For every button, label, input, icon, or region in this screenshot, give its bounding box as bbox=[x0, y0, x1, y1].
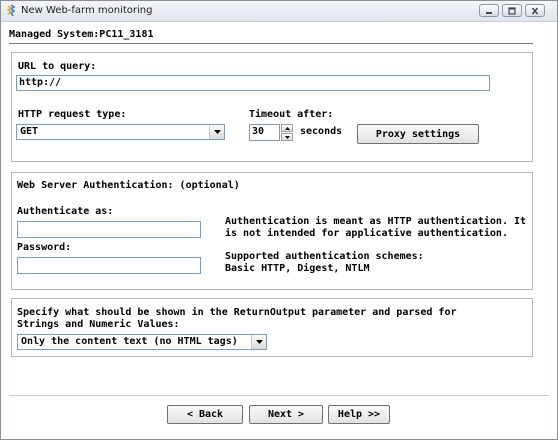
timeout-unit: seconds bbox=[300, 126, 343, 137]
dialog-window: New Web-farm monitoring Managed System:P… bbox=[0, 0, 558, 440]
auth-info-line1: Authentication is meant as HTTP authenti… bbox=[225, 216, 527, 227]
chevron-down-icon bbox=[284, 135, 290, 139]
output-description-line2: Strings and Numeric Values: bbox=[17, 319, 180, 330]
window-title: New Web-farm monitoring bbox=[21, 5, 153, 16]
minimize-button[interactable] bbox=[479, 4, 499, 17]
stepper-down-button[interactable] bbox=[281, 133, 293, 141]
back-button[interactable]: < Back bbox=[167, 405, 243, 424]
authenticate-as-input[interactable] bbox=[17, 221, 201, 238]
app-icon bbox=[6, 4, 16, 17]
password-label: Password: bbox=[17, 242, 72, 253]
timeout-label: Timeout after: bbox=[249, 109, 334, 120]
chevron-down-icon[interactable] bbox=[251, 335, 266, 349]
auth-schemes-line1: Supported authentication schemes: bbox=[225, 251, 424, 262]
close-icon bbox=[531, 7, 539, 14]
close-button[interactable] bbox=[525, 4, 545, 17]
minimize-icon bbox=[486, 11, 492, 14]
auth-schemes-line2: Basic HTTP, Digest, NTLM bbox=[225, 263, 370, 274]
managed-system-label: Managed System:PC11_3181 bbox=[9, 29, 154, 40]
title-bar[interactable]: New Web-farm monitoring bbox=[1, 1, 557, 22]
header-divider bbox=[9, 43, 533, 45]
password-input[interactable] bbox=[17, 257, 201, 274]
url-input[interactable]: http:// bbox=[16, 75, 490, 91]
maximize-icon bbox=[508, 6, 516, 15]
timeout-input[interactable]: 30 bbox=[249, 124, 280, 141]
request-type-select[interactable]: GET bbox=[16, 124, 225, 140]
stepper-up-button[interactable] bbox=[281, 124, 293, 132]
proxy-settings-button[interactable]: Proxy settings bbox=[357, 124, 479, 144]
authentication-group: Web Server Authentication: (optional) Au… bbox=[11, 172, 533, 290]
return-output-group: Specify what should be shown in the Retu… bbox=[11, 298, 533, 357]
chevron-up-icon bbox=[284, 126, 290, 130]
next-button[interactable]: Next > bbox=[249, 405, 323, 424]
timeout-stepper[interactable] bbox=[281, 124, 293, 141]
request-type-value: GET bbox=[20, 126, 39, 137]
request-type-label: HTTP request type: bbox=[18, 109, 127, 120]
chevron-down-icon[interactable] bbox=[209, 125, 224, 139]
output-description-line1: Specify what should be shown in the Retu… bbox=[17, 307, 457, 318]
authenticate-as-label: Authenticate as: bbox=[17, 206, 114, 217]
footer-divider bbox=[9, 395, 549, 397]
authentication-title: Web Server Authentication: (optional) bbox=[17, 180, 240, 191]
auth-info-line2: is not intended for applicative authenti… bbox=[225, 228, 508, 239]
url-group: URL to query: http:// HTTP request type:… bbox=[11, 52, 533, 162]
help-button[interactable]: Help >> bbox=[328, 405, 390, 424]
maximize-button[interactable] bbox=[502, 4, 522, 17]
output-mode-value: Only the content text (no HTML tags) bbox=[21, 336, 238, 347]
output-mode-select[interactable]: Only the content text (no HTML tags) bbox=[17, 334, 267, 350]
url-label: URL to query: bbox=[18, 61, 97, 72]
